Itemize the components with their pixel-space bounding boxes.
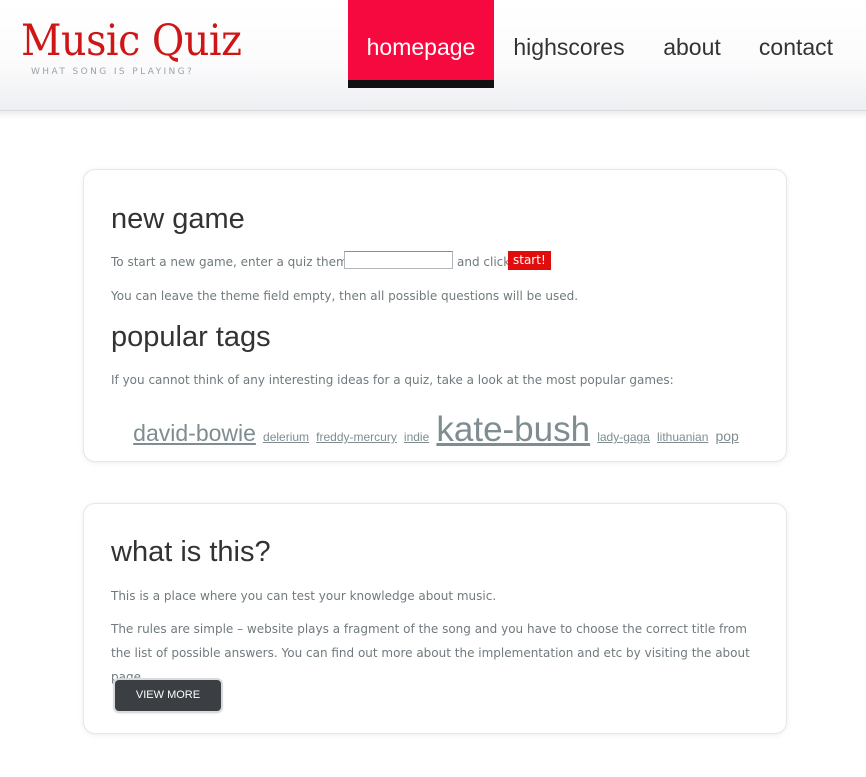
main-nav: homepage highscores about contact bbox=[0, 0, 866, 88]
tag-link[interactable]: lady-gaga bbox=[597, 430, 650, 444]
new-game-heading: new game bbox=[111, 203, 245, 235]
tag-link[interactable]: lithuanian bbox=[657, 430, 708, 444]
nav-item-homepage[interactable]: homepage bbox=[348, 0, 494, 88]
popular-tags-heading: popular tags bbox=[111, 321, 271, 353]
tag-cloud: david-bowie delerium freddy-mercury indi… bbox=[84, 410, 788, 450]
about-paragraph-2: The rules are simple – website plays a f… bbox=[111, 622, 750, 684]
tag-link[interactable]: delerium bbox=[263, 430, 309, 444]
popular-tags-intro: If you cannot think of any interesting i… bbox=[111, 373, 674, 387]
new-game-card: new game To start a new game, enter a qu… bbox=[83, 169, 787, 462]
about-card: what is this? This is a place where you … bbox=[83, 503, 787, 734]
tag-link[interactable]: david-bowie bbox=[133, 420, 256, 446]
about-paragraph-1: This is a place where you can test your … bbox=[111, 589, 497, 603]
tag-link[interactable]: freddy-mercury bbox=[316, 430, 397, 444]
start-button[interactable]: start! bbox=[508, 251, 551, 270]
header-shadow bbox=[0, 111, 866, 119]
new-game-click-text: and click bbox=[457, 255, 511, 269]
tag-link[interactable]: kate-bush bbox=[436, 410, 590, 449]
tag-link[interactable]: indie bbox=[404, 430, 429, 444]
tag-link[interactable]: pop bbox=[715, 428, 738, 444]
nav-item-highscores[interactable]: highscores bbox=[503, 0, 635, 88]
new-game-intro-text: To start a new game, enter a quiz theme bbox=[111, 255, 356, 269]
view-more-button[interactable]: VIEW MORE bbox=[115, 680, 221, 711]
nav-item-contact[interactable]: contact bbox=[750, 0, 842, 88]
theme-empty-note: You can leave the theme field empty, the… bbox=[111, 289, 579, 303]
about-heading: what is this? bbox=[111, 536, 271, 568]
nav-item-about[interactable]: about bbox=[650, 0, 734, 88]
quiz-theme-input[interactable] bbox=[344, 251, 453, 269]
